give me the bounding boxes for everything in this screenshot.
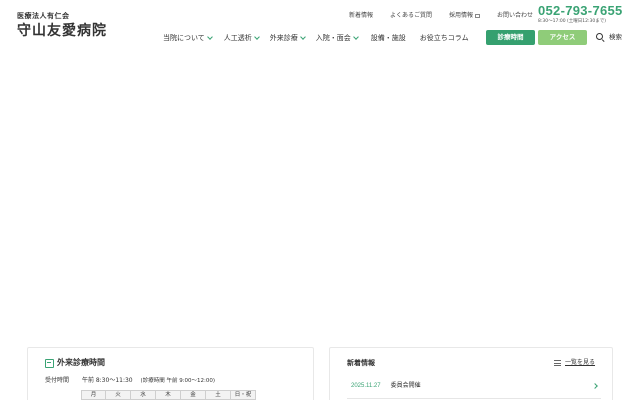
chevron-down-icon: [206, 33, 213, 40]
chevron-down-icon: [352, 33, 359, 40]
day-header-cell: 火: [106, 390, 131, 400]
day-header-cell: 木: [156, 390, 181, 400]
site-logo[interactable]: 医療法人有仁会 守山友愛病院: [17, 12, 107, 40]
search-icon: [596, 33, 605, 43]
reception-label: 受付時間: [45, 377, 70, 384]
phone-number[interactable]: 052-793-7655: [538, 3, 623, 19]
news-date: 2025.11.27: [351, 383, 381, 389]
nav-item-label: 設備・施設: [370, 34, 406, 42]
site-header: 医療法人有仁会 守山友愛病院 新着情報 よくあるご質問 採用情報 お問い合わせ …: [0, 0, 640, 52]
day-header-cell: 水: [131, 390, 156, 400]
view-all-news-link[interactable]: 一覧を見る: [554, 359, 595, 367]
phone-hours: 8:30〜17:00 (土曜日12:30まで): [538, 19, 606, 24]
hours-card-header: 外来診療時間: [45, 358, 105, 368]
day-header-cell: 月: [81, 390, 106, 400]
util-link-label: よくあるご質問: [390, 12, 433, 19]
logo-title: 守山友愛病院: [17, 23, 107, 39]
reception-hours: 受付時間 午前 8:30〜11:30 (診療時間 午前 9:00〜12:00): [45, 377, 215, 385]
phone-block: 052-793-7655 8:30〜17:00 (土曜日12:30まで): [538, 3, 623, 25]
util-link-label: 採用情報: [449, 12, 474, 19]
nav-item-column[interactable]: お役立ちコラム: [420, 33, 469, 43]
list-icon: [554, 360, 561, 366]
nav-item-label: 当院について: [163, 34, 205, 42]
nav-item-facilities[interactable]: 設備・施設: [371, 33, 406, 43]
external-link-icon: [475, 14, 481, 18]
util-link-label: 新着情報: [349, 12, 374, 19]
reception-value: 午前 8:30〜11:30: [81, 377, 133, 384]
nav-item-label: 入院・面会: [315, 34, 351, 42]
reception-note: (診療時間 午前 9:00〜12:00): [140, 378, 216, 384]
util-link-news[interactable]: 新着情報: [349, 12, 373, 20]
nav-item-admission[interactable]: 入院・面会: [315, 33, 359, 43]
chevron-right-icon: [592, 383, 598, 389]
news-item[interactable]: 2025.11.27 委員会開催: [351, 382, 598, 390]
access-button[interactable]: アクセス: [538, 30, 587, 45]
hours-card-title: 外来診療時間: [57, 358, 105, 367]
outpatient-hours-card: 外来診療時間 受付時間 午前 8:30〜11:30 (診療時間 午前 9:00〜…: [27, 347, 314, 400]
nav-item-label: 外来診療: [269, 34, 298, 42]
nav-item-label: お役立ちコラム: [419, 34, 469, 42]
day-header-cell: 土: [206, 390, 231, 400]
chevron-down-icon: [299, 33, 306, 40]
schedule-header-row: 月 火 水 木 金 土 日・祝: [81, 390, 256, 400]
main-nav: 当院について 人工透析 外来診療 入院・面会 設備・施設 お役立ちコラム: [163, 33, 469, 43]
search-label: 検索: [609, 33, 622, 41]
nav-item-about[interactable]: 当院について: [163, 33, 213, 43]
logo-subtitle: 医療法人有仁会: [17, 12, 70, 20]
util-link-label: お問い合わせ: [497, 12, 534, 19]
hero-area: [0, 52, 640, 342]
hours-button[interactable]: 診療時間: [486, 30, 535, 45]
util-link-contact[interactable]: お問い合わせ: [497, 12, 533, 20]
util-link-faq[interactable]: よくあるご質問: [390, 12, 432, 20]
divider: [347, 398, 601, 399]
chevron-down-icon: [253, 33, 260, 40]
nav-item-outpatient[interactable]: 外来診療: [269, 33, 306, 43]
calendar-icon: [45, 358, 54, 368]
day-header-cell: 日・祝: [231, 390, 256, 400]
util-link-recruit[interactable]: 採用情報: [449, 12, 481, 20]
news-card-title: 新着情報: [347, 359, 375, 367]
day-header-cell: 金: [181, 390, 206, 400]
view-all-label: 一覧を見る: [565, 359, 596, 366]
search-button[interactable]: 検索: [596, 33, 622, 43]
nav-item-dialysis[interactable]: 人工透析: [223, 33, 260, 43]
news-card: 新着情報 一覧を見る 2025.11.27 委員会開催: [329, 347, 613, 400]
nav-item-label: 人工透析: [223, 34, 252, 42]
news-headline: 委員会開催: [390, 382, 421, 389]
utility-nav: 新着情報 よくあるご質問 採用情報 お問い合わせ: [349, 12, 550, 20]
